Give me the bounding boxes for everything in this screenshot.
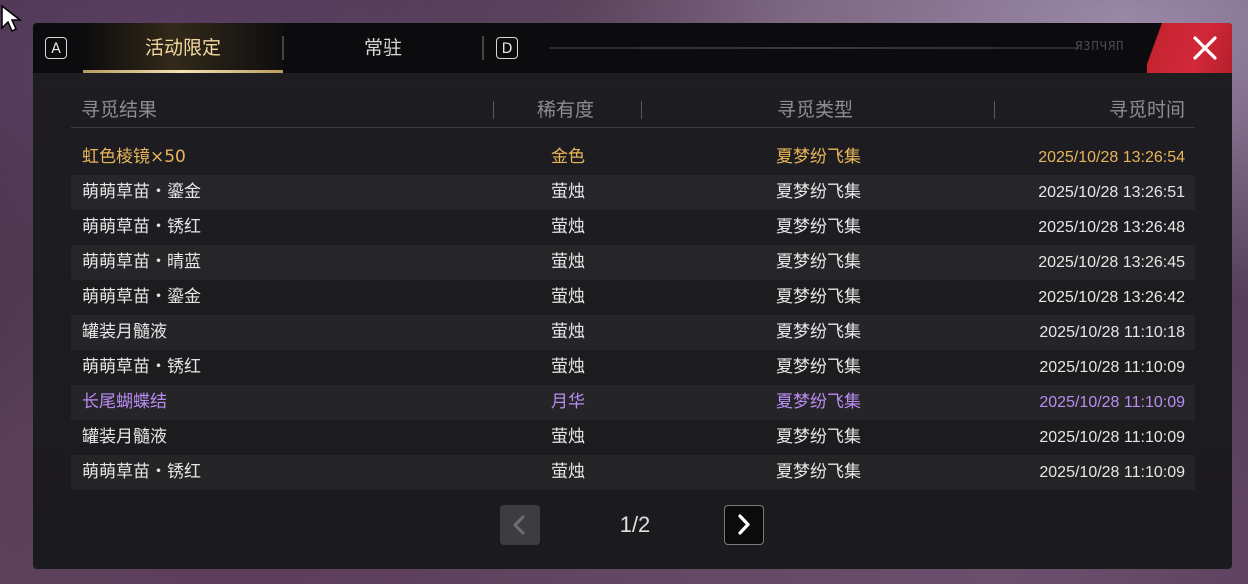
row-item-name: 萌萌草苗・锈红 [82, 462, 201, 482]
table-row: 萌萌草苗・晴蓝 萤烛 夏梦纷飞集 2025/10/28 13:26:45 [71, 245, 1195, 280]
close-icon[interactable] [1186, 29, 1224, 67]
row-rarity: 萤烛 [551, 322, 585, 342]
row-type: 夏梦纷飞集 [776, 427, 861, 447]
row-item-name: 长尾蝴蝶结 [82, 392, 167, 412]
table-row: 罐装月髓液 萤烛 夏梦纷飞集 2025/10/28 11:10:09 [71, 420, 1195, 455]
row-time: 2025/10/28 13:26:51 [1038, 184, 1185, 201]
header-type: 寻觅类型 [777, 99, 854, 121]
row-rarity: 萤烛 [551, 182, 585, 202]
prev-page-button[interactable] [500, 505, 540, 545]
row-item-name: 萌萌草苗・锈红 [82, 217, 201, 237]
row-type: 夏梦纷飞集 [776, 147, 861, 167]
next-page-button[interactable] [724, 505, 764, 545]
gacha-history-panel: A 活动限定 常驻 D ЯЗПЧЯП 寻觅结果 稀有度 寻觅类型 寻觅时间 虹色… [33, 23, 1232, 569]
row-item-name: 罐装月髓液 [82, 322, 167, 342]
row-rarity: 萤烛 [551, 217, 585, 237]
cursor-icon [1, 4, 23, 33]
header-separator [994, 101, 995, 119]
row-time: 2025/10/28 11:10:09 [1039, 394, 1185, 411]
row-type: 夏梦纷飞集 [776, 392, 861, 412]
tab-label: 常驻 [363, 37, 402, 59]
row-rarity: 萤烛 [551, 287, 585, 307]
table-row: 萌萌草苗・锈红 萤烛 夏梦纷飞集 2025/10/28 11:10:09 [71, 350, 1195, 385]
row-item-name: 虹色棱镜×50 [82, 147, 186, 167]
decorative-line [549, 47, 1079, 49]
table-row: 罐装月髓液 萤烛 夏梦纷飞集 2025/10/28 11:10:18 [71, 315, 1195, 350]
chevron-right-icon [738, 514, 750, 535]
table-row: 萌萌草苗・锈红 萤烛 夏梦纷飞集 2025/10/28 13:26:48 [71, 210, 1195, 245]
row-time: 2025/10/28 11:10:09 [1039, 429, 1185, 446]
row-time: 2025/10/28 13:26:45 [1038, 254, 1185, 271]
key-hint-a[interactable]: A [45, 37, 67, 59]
tab-event-limited[interactable]: 活动限定 [83, 23, 283, 73]
row-time: 2025/10/28 11:10:18 [1039, 324, 1185, 341]
row-rarity: 萤烛 [551, 357, 585, 377]
row-item-name: 萌萌草苗・鎏金 [82, 182, 201, 202]
row-item-name: 罐装月髓液 [82, 427, 167, 447]
row-time: 2025/10/28 13:26:42 [1038, 289, 1185, 306]
row-item-name: 萌萌草苗・锈红 [82, 357, 201, 377]
tab-active-underline [83, 70, 283, 73]
top-bar: A 活动限定 常驻 D ЯЗПЧЯП [33, 23, 1232, 73]
row-type: 夏梦纷飞集 [776, 462, 861, 482]
pagination: 1/2 [33, 505, 1232, 547]
row-type: 夏梦纷飞集 [776, 217, 861, 237]
table-header: 寻觅结果 稀有度 寻觅类型 寻觅时间 [71, 95, 1195, 128]
row-item-name: 萌萌草苗・鎏金 [82, 287, 201, 307]
row-rarity: 金色 [551, 147, 585, 167]
row-item-name: 萌萌草苗・晴蓝 [82, 252, 201, 272]
row-type: 夏梦纷飞集 [776, 287, 861, 307]
header-result: 寻觅结果 [81, 99, 158, 121]
row-type: 夏梦纷飞集 [776, 357, 861, 377]
chevron-left-icon [513, 515, 525, 535]
row-rarity: 萤烛 [551, 462, 585, 482]
row-type: 夏梦纷飞集 [776, 322, 861, 342]
row-rarity: 萤烛 [551, 252, 585, 272]
row-time: 2025/10/28 13:26:54 [1038, 149, 1185, 166]
key-hint-d[interactable]: D [496, 37, 518, 59]
tab-label: 活动限定 [144, 37, 221, 59]
table-row: 萌萌草苗・鎏金 萤烛 夏梦纷飞集 2025/10/28 13:26:51 [71, 175, 1195, 210]
row-time: 2025/10/28 11:10:09 [1039, 464, 1185, 481]
row-time: 2025/10/28 13:26:48 [1038, 219, 1185, 236]
row-type: 夏梦纷飞集 [776, 252, 861, 272]
header-time: 寻觅时间 [1108, 99, 1185, 121]
row-type: 夏梦纷飞集 [776, 182, 861, 202]
header-rarity: 稀有度 [537, 99, 595, 121]
table-row: 萌萌草苗・锈红 萤烛 夏梦纷飞集 2025/10/28 11:10:09 [71, 455, 1195, 490]
row-time: 2025/10/28 11:10:09 [1039, 359, 1185, 376]
header-separator [641, 101, 642, 119]
row-rarity: 萤烛 [551, 427, 585, 447]
row-rarity: 月华 [551, 392, 585, 412]
header-separator [493, 101, 494, 119]
table-row: 长尾蝴蝶结 月华 夏梦纷飞集 2025/10/28 11:10:09 [71, 385, 1195, 420]
page-indicator: 1/2 [619, 512, 651, 537]
tab-divider [482, 36, 484, 60]
history-list: 虹色棱镜×50 金色 夏梦纷飞集 2025/10/28 13:26:54 萌萌草… [71, 140, 1195, 490]
table-row: 虹色棱镜×50 金色 夏梦纷飞集 2025/10/28 13:26:54 [71, 140, 1195, 175]
decorative-text: ЯЗПЧЯП [1075, 39, 1125, 53]
tab-standard[interactable]: 常驻 [283, 23, 483, 73]
table-row: 萌萌草苗・鎏金 萤烛 夏梦纷飞集 2025/10/28 13:26:42 [71, 280, 1195, 315]
